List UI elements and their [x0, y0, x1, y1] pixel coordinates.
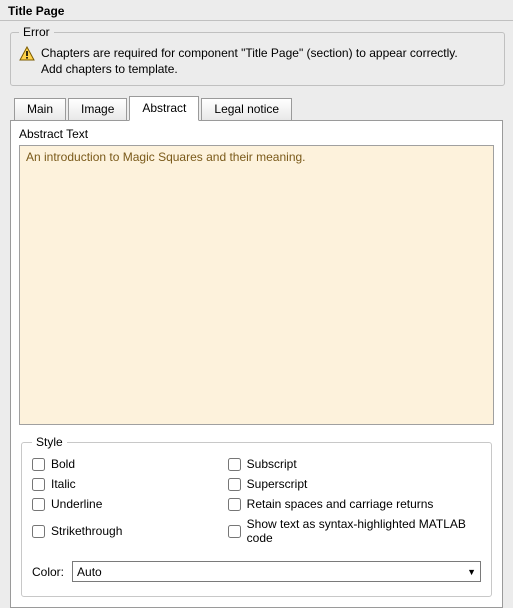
error-legend: Error [19, 25, 54, 39]
color-dropdown[interactable]: Auto ▼ [72, 561, 481, 582]
italic-checkbox-row[interactable]: Italic [32, 477, 220, 491]
strikethrough-checkbox[interactable] [32, 525, 45, 538]
underline-checkbox-row[interactable]: Underline [32, 497, 220, 511]
bold-label: Bold [51, 457, 75, 471]
error-text: Chapters are required for component "Tit… [41, 45, 458, 77]
style-legend: Style [32, 435, 67, 449]
tab-legal-notice[interactable]: Legal notice [201, 98, 292, 121]
underline-label: Underline [51, 497, 102, 511]
bold-checkbox-row[interactable]: Bold [32, 457, 220, 471]
title-page-panel: Title Page Error Chapters are required f… [0, 0, 513, 589]
strikethrough-checkbox-row[interactable]: Strikethrough [32, 517, 220, 545]
retain-checkbox[interactable] [228, 498, 241, 511]
superscript-checkbox-row[interactable]: Superscript [228, 477, 481, 491]
error-line-2: Add chapters to template. [41, 62, 178, 76]
matlab-label: Show text as syntax-highlighted MATLAB c… [247, 517, 481, 545]
abstract-text-area[interactable]: An introduction to Magic Squares and the… [19, 145, 494, 425]
subscript-label: Subscript [247, 457, 297, 471]
subscript-checkbox-row[interactable]: Subscript [228, 457, 481, 471]
superscript-label: Superscript [247, 477, 308, 491]
tab-main[interactable]: Main [14, 98, 66, 121]
warning-icon [19, 46, 35, 65]
color-value: Auto [77, 565, 102, 579]
style-box: Style Bold Subscript Italic Superscript [21, 435, 492, 597]
retain-checkbox-row[interactable]: Retain spaces and carriage returns [228, 497, 481, 511]
tab-abstract[interactable]: Abstract [129, 96, 199, 121]
strikethrough-label: Strikethrough [51, 524, 122, 538]
error-line-1: Chapters are required for component "Tit… [41, 46, 458, 60]
page-title: Title Page [0, 0, 513, 21]
chevron-down-icon: ▼ [467, 567, 476, 577]
abstract-text-label: Abstract Text [19, 127, 494, 141]
tab-image[interactable]: Image [68, 98, 127, 121]
subscript-checkbox[interactable] [228, 458, 241, 471]
abstract-tab-panel: Abstract Text An introduction to Magic S… [10, 120, 503, 608]
color-label: Color: [32, 565, 64, 579]
tabs: Main Image Abstract Legal notice [0, 88, 513, 121]
italic-checkbox[interactable] [32, 478, 45, 491]
bold-checkbox[interactable] [32, 458, 45, 471]
retain-label: Retain spaces and carriage returns [247, 497, 434, 511]
matlab-checkbox[interactable] [228, 525, 241, 538]
underline-checkbox[interactable] [32, 498, 45, 511]
error-box: Error Chapters are required for componen… [10, 25, 505, 86]
italic-label: Italic [51, 477, 76, 491]
matlab-checkbox-row[interactable]: Show text as syntax-highlighted MATLAB c… [228, 517, 481, 545]
superscript-checkbox[interactable] [228, 478, 241, 491]
